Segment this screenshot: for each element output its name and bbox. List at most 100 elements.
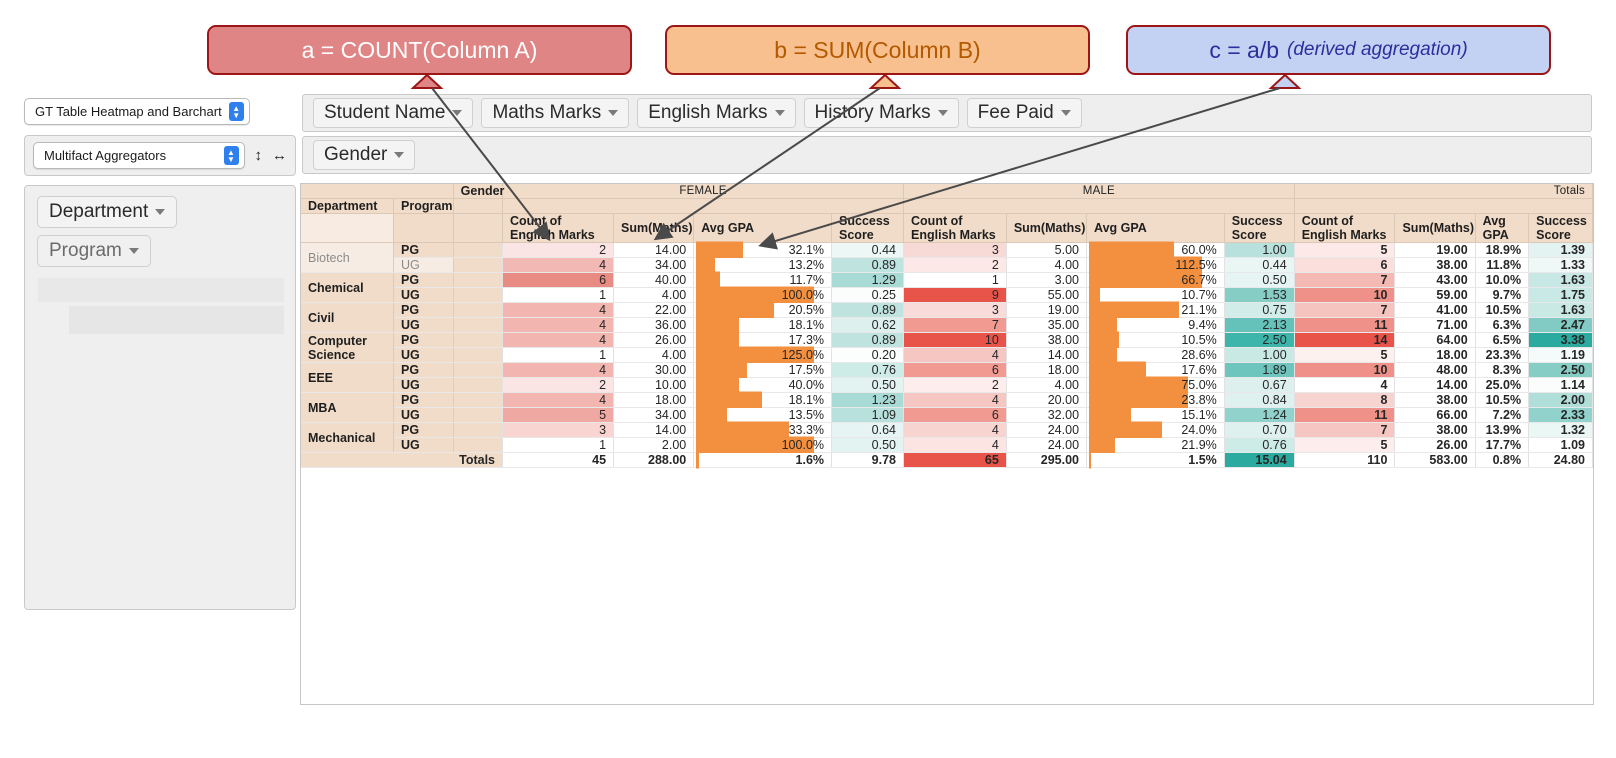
cell-male-score[interactable]: 1.00 bbox=[1224, 242, 1295, 258]
cell-female-count[interactable]: 3 bbox=[502, 422, 615, 438]
cell-male-gpa[interactable]: 15.1% bbox=[1086, 406, 1225, 424]
cell-female-sum[interactable]: 22.00 bbox=[613, 302, 695, 318]
cell-female-gpa[interactable]: 13.2% bbox=[693, 256, 833, 274]
field-pill-history-marks[interactable]: History Marks bbox=[803, 98, 959, 128]
cell-total-score[interactable]: 1.14 bbox=[1528, 377, 1593, 393]
dimension-pill-department[interactable]: Department bbox=[37, 196, 178, 228]
cell-male-gpa[interactable]: 10.5% bbox=[1086, 331, 1225, 349]
cell-female-gpa[interactable]: 125.0% bbox=[693, 346, 833, 364]
cell-total-sum[interactable]: 38.00 bbox=[1394, 422, 1476, 438]
table-row[interactable]: UG 4 36.00 18.1% 0.62 7 35.00 9.4% 2.13 11 71.00 6.… bbox=[301, 316, 1593, 334]
cell-male-count[interactable]: 6 bbox=[903, 362, 1007, 378]
cell-total-score[interactable]: 2.47 bbox=[1528, 317, 1593, 333]
cell-total-count[interactable]: 11 bbox=[1294, 317, 1396, 333]
cell-male-count[interactable]: 7 bbox=[903, 317, 1007, 333]
cell-total-sum[interactable]: 48.00 bbox=[1394, 362, 1476, 378]
cell-total-score[interactable]: 1.33 bbox=[1528, 257, 1593, 273]
cell-total-score[interactable]: 3.38 bbox=[1528, 332, 1593, 348]
cell-total-sum[interactable]: 66.00 bbox=[1394, 407, 1476, 423]
cell-female-count[interactable]: 4 bbox=[502, 317, 615, 333]
chevron-down-icon[interactable] bbox=[394, 152, 405, 158]
table-row[interactable]: Civil PG 4 22.00 20.5% 0.89 3 19.00 21.1% 0.75 7 41… bbox=[301, 301, 1593, 333]
cell-male-sum[interactable]: 19.00 bbox=[1006, 302, 1088, 318]
cell-total-count[interactable]: 5 bbox=[1294, 437, 1396, 453]
cell-total-sum[interactable]: 26.00 bbox=[1394, 437, 1476, 453]
cell-total-score[interactable]: 1.09 bbox=[1528, 437, 1593, 453]
cell-totals-male-sum[interactable]: 295.00 bbox=[1006, 452, 1088, 468]
cell-total-sum[interactable]: 59.00 bbox=[1394, 287, 1476, 303]
cell-female-count[interactable]: 1 bbox=[502, 287, 615, 303]
cell-total-gpa[interactable]: 10.0% bbox=[1475, 272, 1530, 288]
cell-female-gpa[interactable]: 20.5% bbox=[693, 301, 833, 319]
cell-male-score[interactable]: 1.89 bbox=[1224, 362, 1295, 378]
chevron-down-icon[interactable] bbox=[452, 110, 463, 116]
cell-total-score[interactable]: 1.19 bbox=[1528, 347, 1593, 363]
cell-male-sum[interactable]: 32.00 bbox=[1006, 407, 1088, 423]
cell-male-sum[interactable]: 14.00 bbox=[1006, 347, 1088, 363]
table-row[interactable]: UG 2 10.00 40.0% 0.50 2 4.00 75.0% 0.67 4 14.00 25.… bbox=[301, 376, 1593, 394]
cell-female-gpa[interactable]: 13.5% bbox=[693, 406, 833, 424]
field-pill-gender[interactable]: Gender bbox=[313, 140, 416, 170]
cell-female-sum[interactable]: 26.00 bbox=[613, 332, 695, 348]
cell-total-gpa[interactable]: 25.0% bbox=[1475, 377, 1530, 393]
cell-total-score[interactable]: 1.32 bbox=[1528, 422, 1593, 438]
cell-female-count[interactable]: 4 bbox=[502, 257, 615, 273]
cell-male-count[interactable]: 2 bbox=[903, 257, 1007, 273]
cell-total-gpa[interactable]: 9.7% bbox=[1475, 287, 1530, 303]
cell-male-score[interactable]: 1.24 bbox=[1224, 407, 1295, 423]
cell-female-count[interactable]: 4 bbox=[502, 362, 615, 378]
field-pill-student-name[interactable]: Student Name bbox=[313, 98, 474, 128]
cell-female-count[interactable]: 5 bbox=[502, 407, 615, 423]
cell-total-gpa[interactable]: 6.3% bbox=[1475, 317, 1530, 333]
cell-male-count[interactable]: 6 bbox=[903, 407, 1007, 423]
cell-male-gpa[interactable]: 10.7% bbox=[1086, 286, 1225, 304]
cell-male-gpa[interactable]: 60.0% bbox=[1086, 241, 1225, 259]
cell-total-score[interactable]: 1.63 bbox=[1528, 302, 1593, 318]
table-totals-row[interactable]: Totals 45 288.00 1.6% 9.78 65 295.00 1.5% 15.04 1… bbox=[301, 451, 1593, 469]
cell-male-score[interactable]: 0.84 bbox=[1224, 392, 1295, 408]
cell-male-sum[interactable]: 35.00 bbox=[1006, 317, 1088, 333]
cell-female-gpa[interactable]: 33.3% bbox=[693, 421, 833, 439]
chevron-down-icon[interactable] bbox=[608, 110, 619, 116]
table-row[interactable]: Computer Science PG 4 26.00 17.3% 0.89 10 38.00… bbox=[301, 331, 1593, 363]
cell-totals-male-score[interactable]: 15.04 bbox=[1224, 452, 1295, 468]
cell-total-sum[interactable]: 38.00 bbox=[1394, 257, 1476, 273]
cell-total-count[interactable]: 5 bbox=[1294, 347, 1396, 363]
cell-total-count[interactable]: 14 bbox=[1294, 332, 1396, 348]
cell-total-count[interactable]: 8 bbox=[1294, 392, 1396, 408]
cell-total-sum[interactable]: 71.00 bbox=[1394, 317, 1476, 333]
cell-female-sum[interactable]: 18.00 bbox=[613, 392, 695, 408]
cell-female-count[interactable]: 4 bbox=[502, 302, 615, 318]
cell-male-gpa[interactable]: 9.4% bbox=[1086, 316, 1225, 334]
cell-totals-total-sum[interactable]: 583.00 bbox=[1394, 452, 1476, 468]
cell-male-sum[interactable]: 3.00 bbox=[1006, 272, 1088, 288]
cell-total-gpa[interactable]: 18.9% bbox=[1475, 242, 1530, 258]
cell-female-score[interactable]: 0.44 bbox=[831, 242, 905, 258]
table-row[interactable]: UG 5 34.00 13.5% 1.09 6 32.00 15.1% 1.24 11 66.00 7… bbox=[301, 406, 1593, 424]
cell-female-gpa[interactable]: 11.7% bbox=[693, 271, 833, 289]
cell-female-count[interactable]: 1 bbox=[502, 347, 615, 363]
measure-field-bar[interactable]: Student Name Maths Marks English Marks H… bbox=[302, 94, 1592, 132]
cell-total-count[interactable]: 7 bbox=[1294, 302, 1396, 318]
cell-female-sum[interactable]: 36.00 bbox=[613, 317, 695, 333]
cell-male-sum[interactable]: 20.00 bbox=[1006, 392, 1088, 408]
cell-total-sum[interactable]: 18.00 bbox=[1394, 347, 1476, 363]
cell-male-score[interactable]: 1.00 bbox=[1224, 347, 1295, 363]
cell-male-gpa[interactable]: 21.9% bbox=[1086, 436, 1225, 454]
cell-male-count[interactable]: 10 bbox=[903, 332, 1007, 348]
cell-totals-female-sum[interactable]: 288.00 bbox=[613, 452, 695, 468]
cell-female-score[interactable]: 0.50 bbox=[831, 377, 905, 393]
cell-male-gpa[interactable]: 28.6% bbox=[1086, 346, 1225, 364]
table-row[interactable]: UG 4 34.00 13.2% 0.89 2 4.00 112.5% 0.44 6 38.00 11… bbox=[301, 256, 1593, 274]
cell-total-score[interactable]: 2.00 bbox=[1528, 392, 1593, 408]
cell-male-score[interactable]: 0.67 bbox=[1224, 377, 1295, 393]
cell-male-count[interactable]: 4 bbox=[903, 437, 1007, 453]
cell-total-gpa[interactable]: 10.5% bbox=[1475, 302, 1530, 318]
table-row[interactable]: Biotech PG 2 14.00 32.1% 0.44 3 5.00 60.0% 1.00 5 1… bbox=[301, 241, 1593, 273]
chevron-down-icon[interactable] bbox=[937, 110, 948, 116]
cell-total-sum[interactable]: 64.00 bbox=[1394, 332, 1476, 348]
cell-female-gpa[interactable]: 40.0% bbox=[693, 376, 833, 394]
cell-female-gpa[interactable]: 32.1% bbox=[693, 241, 833, 259]
cell-total-count[interactable]: 10 bbox=[1294, 287, 1396, 303]
cell-total-gpa[interactable]: 13.9% bbox=[1475, 422, 1530, 438]
